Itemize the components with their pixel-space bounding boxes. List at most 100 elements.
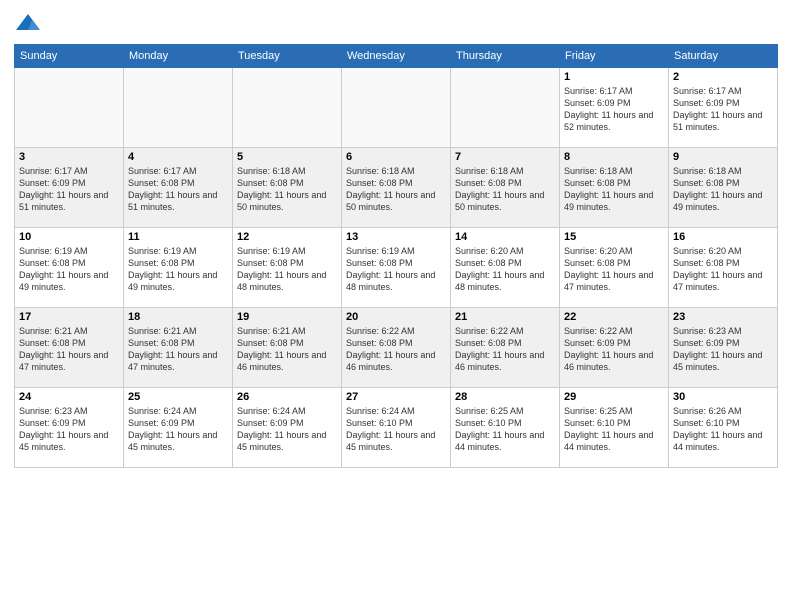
col-header-wednesday: Wednesday	[342, 45, 451, 68]
day-info: Sunrise: 6:22 AM Sunset: 6:08 PM Dayligh…	[455, 325, 555, 374]
day-number: 24	[19, 391, 119, 403]
day-cell	[233, 68, 342, 148]
day-number: 26	[237, 391, 337, 403]
day-cell: 27 Sunrise: 6:24 AM Sunset: 6:10 PM Dayli…	[342, 388, 451, 468]
day-info: Sunrise: 6:18 AM Sunset: 6:08 PM Dayligh…	[564, 165, 664, 214]
calendar-header-row: SundayMondayTuesdayWednesdayThursdayFrid…	[15, 45, 778, 68]
day-cell: 18 Sunrise: 6:21 AM Sunset: 6:08 PM Dayli…	[124, 308, 233, 388]
day-cell: 6 Sunrise: 6:18 AM Sunset: 6:08 PM Daylig…	[342, 148, 451, 228]
day-cell: 9Sunrise: 6:18 AM Sunset: 6:08 PM Daylig…	[669, 148, 778, 228]
day-cell: 1Sunrise: 6:17 AM Sunset: 6:09 PM Daylig…	[560, 68, 669, 148]
day-cell: 21 Sunrise: 6:22 AM Sunset: 6:08 PM Dayli…	[451, 308, 560, 388]
day-cell: 19 Sunrise: 6:21 AM Sunset: 6:08 PM Dayli…	[233, 308, 342, 388]
day-info: Sunrise: 6:18 AM Sunset: 6:08 PM Dayligh…	[455, 165, 555, 214]
day-info: Sunrise: 6:23 AM Sunset: 6:09 PM Dayligh…	[673, 325, 773, 374]
day-cell: 30Sunrise: 6:26 AM Sunset: 6:10 PM Dayli…	[669, 388, 778, 468]
day-number: 20	[346, 311, 446, 323]
day-cell: 22 Sunrise: 6:22 AM Sunset: 6:09 PM Dayli…	[560, 308, 669, 388]
day-info: Sunrise: 6:23 AM Sunset: 6:09 PM Dayligh…	[19, 405, 119, 454]
day-info: Sunrise: 6:21 AM Sunset: 6:08 PM Dayligh…	[128, 325, 228, 374]
day-info: Sunrise: 6:20 AM Sunset: 6:08 PM Dayligh…	[455, 245, 555, 294]
day-cell: 23Sunrise: 6:23 AM Sunset: 6:09 PM Dayli…	[669, 308, 778, 388]
day-number: 8	[564, 151, 664, 163]
day-number: 29	[564, 391, 664, 403]
day-cell: 12Sunrise: 6:19 AM Sunset: 6:08 PM Dayli…	[233, 228, 342, 308]
day-cell: 28Sunrise: 6:25 AM Sunset: 6:10 PM Dayli…	[451, 388, 560, 468]
day-cell: 15Sunrise: 6:20 AM Sunset: 6:08 PM Dayli…	[560, 228, 669, 308]
day-number: 22	[564, 311, 664, 323]
day-number: 11	[128, 231, 228, 243]
day-number: 25	[128, 391, 228, 403]
day-number: 16	[673, 231, 773, 243]
day-cell: 17 Sunrise: 6:21 AM Sunset: 6:08 PM Dayli…	[15, 308, 124, 388]
day-cell	[124, 68, 233, 148]
day-number: 7	[455, 151, 555, 163]
col-header-friday: Friday	[560, 45, 669, 68]
day-number: 4	[128, 151, 228, 163]
header	[14, 10, 778, 38]
day-number: 12	[237, 231, 337, 243]
day-cell: 24 Sunrise: 6:23 AM Sunset: 6:09 PM Dayli…	[15, 388, 124, 468]
day-cell: 26Sunrise: 6:24 AM Sunset: 6:09 PM Dayli…	[233, 388, 342, 468]
logo	[14, 10, 46, 38]
page: SundayMondayTuesdayWednesdayThursdayFrid…	[0, 0, 792, 612]
day-cell: 25 Sunrise: 6:24 AM Sunset: 6:09 PM Dayli…	[124, 388, 233, 468]
day-number: 19	[237, 311, 337, 323]
day-cell: 29 Sunrise: 6:25 AM Sunset: 6:10 PM Dayli…	[560, 388, 669, 468]
day-info: Sunrise: 6:19 AM Sunset: 6:08 PM Dayligh…	[19, 245, 119, 294]
day-info: Sunrise: 6:18 AM Sunset: 6:08 PM Dayligh…	[346, 165, 446, 214]
day-cell: 20 Sunrise: 6:22 AM Sunset: 6:08 PM Dayli…	[342, 308, 451, 388]
day-cell: 2 Sunrise: 6:17 AM Sunset: 6:09 PM Daylig…	[669, 68, 778, 148]
day-number: 3	[19, 151, 119, 163]
day-cell: 7 Sunrise: 6:18 AM Sunset: 6:08 PM Daylig…	[451, 148, 560, 228]
day-cell: 14 Sunrise: 6:20 AM Sunset: 6:08 PM Dayli…	[451, 228, 560, 308]
day-number: 13	[346, 231, 446, 243]
day-number: 2	[673, 71, 773, 83]
col-header-saturday: Saturday	[669, 45, 778, 68]
day-number: 30	[673, 391, 773, 403]
day-cell: 11Sunrise: 6:19 AM Sunset: 6:08 PM Dayli…	[124, 228, 233, 308]
day-cell: 16 Sunrise: 6:20 AM Sunset: 6:08 PM Dayli…	[669, 228, 778, 308]
day-info: Sunrise: 6:17 AM Sunset: 6:09 PM Dayligh…	[19, 165, 119, 214]
week-row-1: 1 Sunrise: 6:17 AM Sunset: 6:09 PM Daylig…	[15, 68, 778, 148]
day-info: Sunrise: 6:21 AM Sunset: 6:08 PM Dayligh…	[19, 325, 119, 374]
day-info: Sunrise: 6:25 AM Sunset: 6:10 PM Dayligh…	[455, 405, 555, 454]
day-cell: 13 Sunrise: 6:19 AM Sunset: 6:08 PM Dayli…	[342, 228, 451, 308]
col-header-thursday: Thursday	[451, 45, 560, 68]
day-info: Sunrise: 6:17 AM Sunset: 6:09 PM Dayligh…	[673, 85, 773, 134]
day-info: Sunrise: 6:24 AM Sunset: 6:10 PM Dayligh…	[346, 405, 446, 454]
day-info: Sunrise: 6:24 AM Sunset: 6:09 PM Dayligh…	[128, 405, 228, 454]
day-info: Sunrise: 6:20 AM Sunset: 6:08 PM Dayligh…	[673, 245, 773, 294]
day-number: 5	[237, 151, 337, 163]
day-number: 14	[455, 231, 555, 243]
day-cell: 3 Sunrise: 6:17 AM Sunset: 6:09 PM Daylig…	[15, 148, 124, 228]
day-cell: 4 Sunrise: 6:17 AM Sunset: 6:08 PM Daylig…	[124, 148, 233, 228]
day-cell: 8 Sunrise: 6:18 AM Sunset: 6:08 PM Daylig…	[560, 148, 669, 228]
week-row-4: 17 Sunrise: 6:21 AM Sunset: 6:08 PM Dayli…	[15, 308, 778, 388]
day-number: 18	[128, 311, 228, 323]
day-info: Sunrise: 6:25 AM Sunset: 6:10 PM Dayligh…	[564, 405, 664, 454]
logo-icon	[14, 10, 42, 38]
day-info: Sunrise: 6:22 AM Sunset: 6:09 PM Dayligh…	[564, 325, 664, 374]
day-number: 15	[564, 231, 664, 243]
day-cell	[342, 68, 451, 148]
day-number: 27	[346, 391, 446, 403]
day-info: Sunrise: 6:19 AM Sunset: 6:08 PM Dayligh…	[346, 245, 446, 294]
day-number: 17	[19, 311, 119, 323]
day-info: Sunrise: 6:22 AM Sunset: 6:08 PM Dayligh…	[346, 325, 446, 374]
day-cell	[15, 68, 124, 148]
day-number: 21	[455, 311, 555, 323]
calendar-table: SundayMondayTuesdayWednesdayThursdayFrid…	[14, 44, 778, 468]
week-row-2: 3 Sunrise: 6:17 AM Sunset: 6:09 PM Daylig…	[15, 148, 778, 228]
col-header-monday: Monday	[124, 45, 233, 68]
col-header-sunday: Sunday	[15, 45, 124, 68]
day-cell: 10 Sunrise: 6:19 AM Sunset: 6:08 PM Dayli…	[15, 228, 124, 308]
col-header-tuesday: Tuesday	[233, 45, 342, 68]
day-info: Sunrise: 6:21 AM Sunset: 6:08 PM Dayligh…	[237, 325, 337, 374]
day-number: 10	[19, 231, 119, 243]
day-number: 1	[564, 71, 664, 83]
day-info: Sunrise: 6:17 AM Sunset: 6:08 PM Dayligh…	[128, 165, 228, 214]
day-number: 6	[346, 151, 446, 163]
day-number: 9	[673, 151, 773, 163]
day-cell: 5Sunrise: 6:18 AM Sunset: 6:08 PM Daylig…	[233, 148, 342, 228]
